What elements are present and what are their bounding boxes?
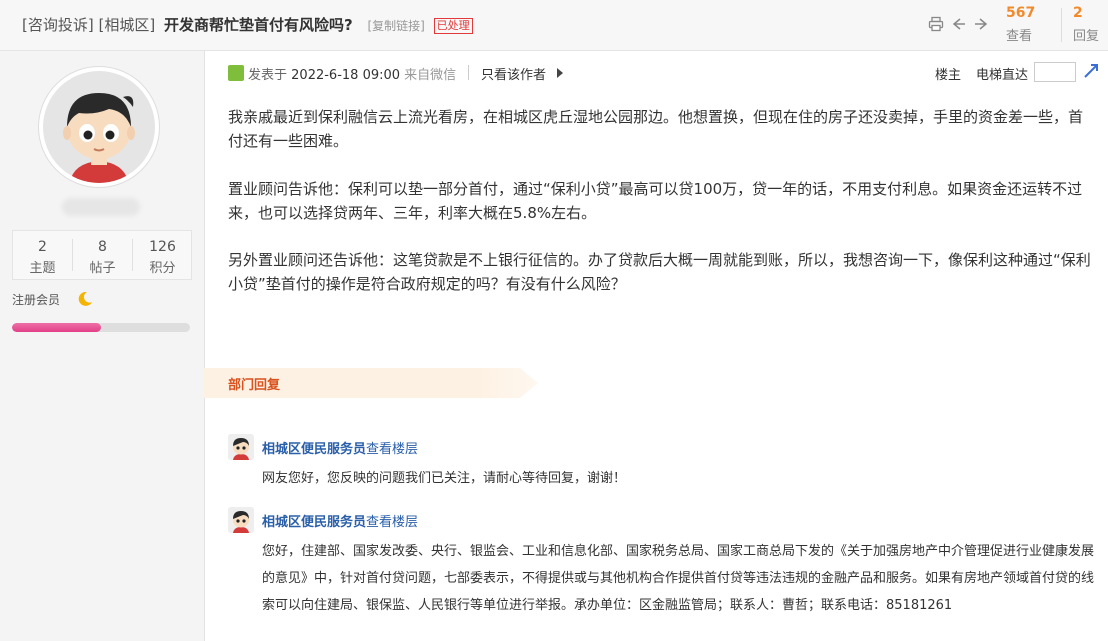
reply-author-name[interactable]: 相城区便民服务员 (262, 442, 366, 457)
reply-text: 您好，住建部、国家发改委、央行、银监会、工业和信息化部、国家税务总局、国家工商总… (262, 544, 1095, 613)
reply-avatar[interactable] (228, 434, 254, 460)
only-author-link[interactable]: 只看该作者 (481, 64, 546, 83)
replies-count: 2 (1073, 5, 1083, 21)
print-icon[interactable] (927, 16, 945, 34)
stat-posts[interactable]: 8 帖子 (73, 231, 132, 279)
floor-jump-input[interactable] (1034, 62, 1076, 82)
author-stats: 2 主题 8 帖子 126 积分 (12, 230, 192, 280)
username-redacted[interactable] (62, 198, 140, 216)
posted-prefix: 发表于 (248, 68, 288, 83)
reply-avatar[interactable] (228, 507, 254, 533)
level-progress-bar (12, 323, 190, 332)
views-label: 查看 (1006, 29, 1033, 44)
go-floor-icon[interactable] (1082, 62, 1100, 80)
stats-divider (1061, 8, 1062, 42)
stat-points[interactable]: 126 积分 (133, 231, 192, 279)
reply-avatar-icon (228, 434, 254, 460)
thread-title: [咨询投诉] [相城区] 开发商帮忙垫首付有风险吗? [复制链接] 已处理 (22, 14, 473, 35)
stat-value: 126 (149, 239, 176, 255)
stat-value: 8 (98, 239, 107, 255)
thread-category[interactable]: [咨询投诉] (22, 16, 94, 34)
next-thread-icon[interactable] (972, 16, 990, 34)
view-floor-link[interactable]: 查看楼层 (366, 515, 418, 530)
moon-level-icon (76, 290, 94, 312)
avatar[interactable] (38, 66, 160, 188)
prev-thread-icon[interactable] (950, 16, 968, 34)
level-progress-fill (12, 323, 101, 332)
meta-divider (468, 65, 469, 80)
post-paragraph: 置业顾问告诉他：保利可以垫一部分首付，通过“保利小贷”最高可以贷100万，贷一年… (228, 180, 1083, 222)
dept-reply-header: 部门回复 (228, 378, 281, 393)
post-paragraph: 另外置业顾问还告诉他：这笔贷款是不上银行征信的。办了贷款后大概一周就能到账，所以… (228, 251, 1091, 293)
thread-subject: 开发商帮忙垫首付有风险吗? (164, 16, 353, 34)
copy-link-button[interactable]: [复制链接] (367, 19, 424, 33)
stat-label: 积分 (149, 261, 176, 276)
stat-value: 2 (38, 239, 47, 255)
reply-text: 网友您好，您反映的问题我们已关注，请耐心等待回复，谢谢！ (262, 471, 627, 486)
views-count: 567 (1006, 5, 1036, 21)
stat-label: 帖子 (89, 261, 116, 276)
reply-author[interactable]: 相城区便民服务员查看楼层 (262, 438, 418, 457)
post-meta: 发表于 2022-6-18 09:00 来自微信 (248, 64, 456, 83)
reply-author[interactable]: 相城区便民服务员查看楼层 (262, 511, 418, 530)
replies-label: 回复 (1073, 29, 1100, 44)
triangle-right-icon[interactable] (557, 68, 563, 78)
avatar-cartoon-icon (43, 71, 155, 183)
floor-label: 楼主 (935, 68, 962, 83)
post-paragraph: 我亲戚最近到保利融信云上流光看房，在相城区虎丘湿地公园那边。他想置换，但现在住的… (228, 108, 1084, 150)
status-badge: 已处理 (433, 18, 473, 34)
stat-label: 主题 (29, 261, 56, 276)
online-status-icon (228, 65, 244, 81)
posted-date: 2022-6-18 09:00 (291, 68, 401, 83)
stat-threads[interactable]: 2 主题 (13, 231, 72, 279)
reply-author-name[interactable]: 相城区便民服务员 (262, 515, 366, 530)
thread-district[interactable]: [相城区] (99, 16, 156, 34)
reply-avatar-icon (228, 507, 254, 533)
user-group-label[interactable]: 注册会员 (12, 291, 60, 308)
post-source: 来自微信 (404, 68, 457, 83)
view-floor-link[interactable]: 查看楼层 (366, 442, 418, 457)
elevator-label: 电梯直达 (976, 68, 1029, 83)
